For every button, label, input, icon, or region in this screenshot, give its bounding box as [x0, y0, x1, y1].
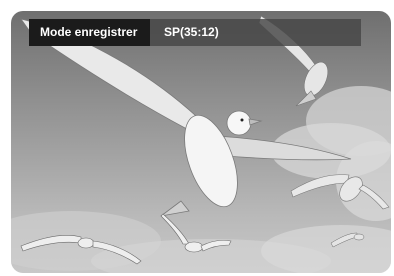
tv-screen: Mode enregistrer SP(35:12) [11, 11, 391, 273]
seagulls-background-image [11, 15, 391, 273]
record-mode-label: Mode enregistrer [29, 19, 150, 46]
record-mode-value: SP(35:12) [150, 19, 361, 46]
record-mode-osd-bar: Mode enregistrer SP(35:12) [29, 19, 361, 46]
